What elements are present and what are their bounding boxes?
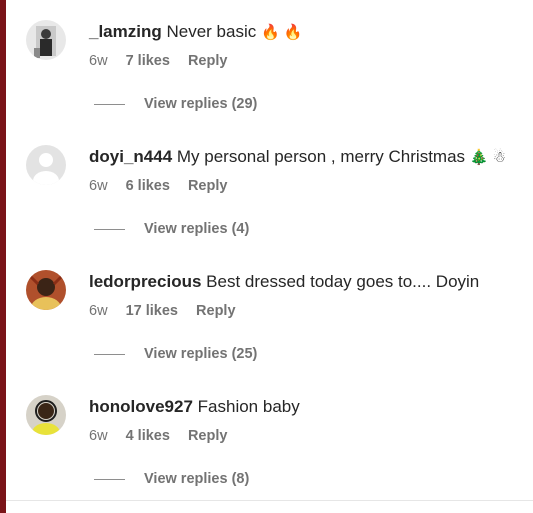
likes-count[interactable]: 4 likes	[126, 428, 170, 444]
comment-item: honolove927 Fashion baby 6w 4 likes Repl…	[0, 395, 533, 513]
divider-dash	[94, 103, 125, 105]
comment-age: 6w	[89, 428, 108, 444]
username[interactable]: honolove927	[89, 397, 193, 416]
reply-button[interactable]: Reply	[196, 303, 236, 319]
avatar[interactable]	[26, 20, 66, 60]
reply-button[interactable]: Reply	[188, 178, 228, 194]
divider-dash	[94, 478, 125, 480]
likes-count[interactable]: 6 likes	[126, 178, 170, 194]
comment-age: 6w	[89, 303, 108, 319]
comment-meta: 6w 6 likes Reply	[89, 178, 241, 194]
view-replies-button[interactable]: View replies (25)	[94, 346, 257, 362]
username[interactable]: ledorprecious	[89, 272, 201, 291]
avatar[interactable]	[26, 145, 66, 185]
comment-body: ledorprecious Best dressed today goes to…	[89, 271, 479, 293]
comment-text: Best dressed today goes to.... Doyin	[206, 272, 480, 291]
reply-button[interactable]: Reply	[188, 428, 228, 444]
likes-count[interactable]: 7 likes	[126, 53, 170, 69]
comment-text: My personal person , merry Christmas	[176, 147, 466, 166]
view-replies-button[interactable]: View replies (29)	[94, 96, 257, 112]
comment-meta: 6w 17 likes Reply	[89, 303, 250, 319]
username[interactable]: _lamzing	[89, 22, 162, 41]
comments-panel: _lamzing Never basic 🔥 🔥 6w 7 likes Repl…	[0, 0, 533, 513]
view-replies-label: View replies (25)	[144, 346, 258, 362]
comment-meta: 6w 7 likes Reply	[89, 53, 241, 69]
comment-age: 6w	[89, 53, 108, 69]
view-replies-label: View replies (4)	[144, 221, 250, 237]
comment-item: _lamzing Never basic 🔥 🔥 6w 7 likes Repl…	[0, 20, 533, 145]
comment-body: _lamzing Never basic 🔥 🔥	[89, 21, 303, 44]
comment-text: Never basic	[166, 22, 257, 41]
comment-body: honolove927 Fashion baby	[89, 396, 300, 418]
comment-body: doyi_n444 My personal person , merry Chr…	[89, 146, 506, 169]
comment-item: doyi_n444 My personal person , merry Chr…	[0, 145, 533, 270]
comment-meta: 6w 4 likes Reply	[89, 428, 241, 444]
comment-text: Fashion baby	[197, 397, 300, 416]
reply-button[interactable]: Reply	[188, 53, 228, 69]
username[interactable]: doyi_n444	[89, 147, 172, 166]
view-replies-button[interactable]: View replies (4)	[94, 221, 249, 237]
divider-dash	[94, 228, 125, 230]
bottom-divider	[6, 500, 533, 501]
likes-count[interactable]: 17 likes	[126, 303, 178, 319]
view-replies-button[interactable]: View replies (8)	[94, 471, 249, 487]
christmas-emoji: 🎄 ☃	[469, 149, 507, 166]
fire-emoji: 🔥 🔥	[260, 24, 303, 41]
avatar[interactable]	[26, 395, 66, 435]
comment-item: ledorprecious Best dressed today goes to…	[0, 270, 533, 395]
divider-dash	[94, 353, 125, 355]
view-replies-label: View replies (8)	[144, 471, 250, 487]
avatar[interactable]	[26, 270, 66, 310]
comment-age: 6w	[89, 178, 108, 194]
view-replies-label: View replies (29)	[144, 96, 258, 112]
